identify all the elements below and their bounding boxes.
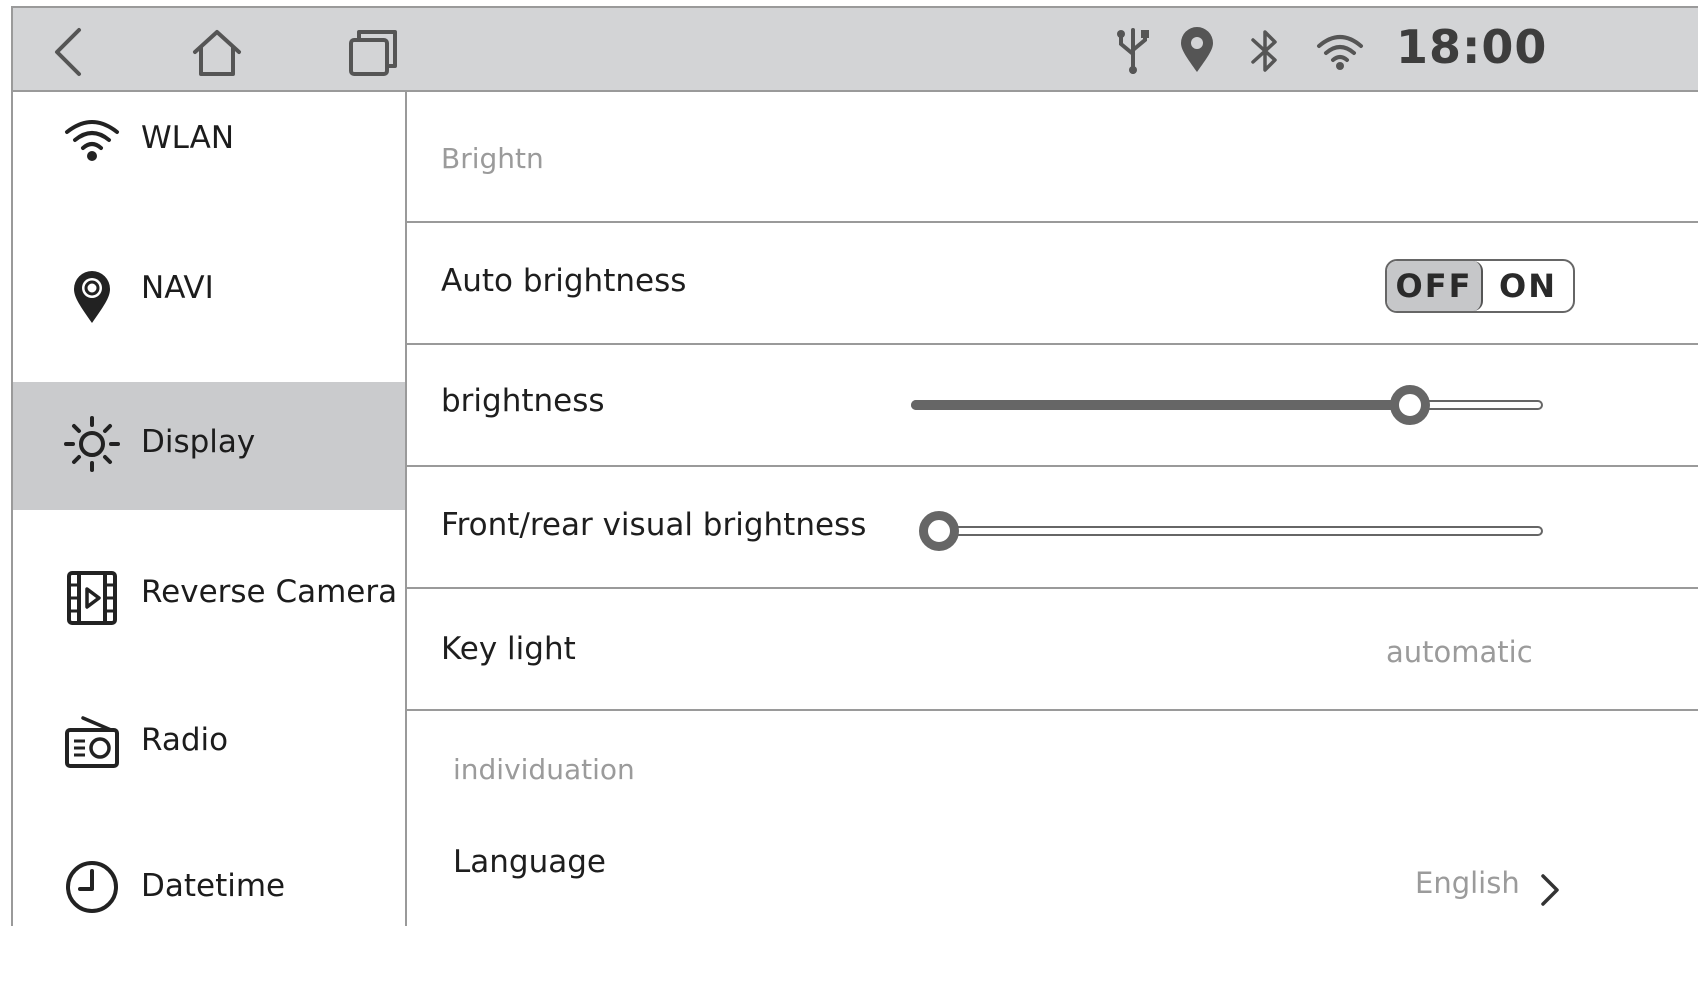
- front-rear-brightness-slider[interactable]: [919, 511, 1543, 551]
- section-brightness: Brightn: [407, 92, 1698, 223]
- bluetooth-icon: [1243, 26, 1287, 76]
- sidebar-item-radio[interactable]: Radio: [13, 682, 405, 810]
- wifi-icon: [63, 112, 121, 170]
- row-label: Auto brightness: [441, 263, 687, 299]
- toggle-on-option[interactable]: ON: [1483, 261, 1573, 311]
- slider-fill: [911, 400, 1411, 410]
- toggle-off-option[interactable]: OFF: [1387, 261, 1483, 311]
- sidebar-item-wlan[interactable]: WLAN: [13, 92, 405, 220]
- clock: 18:00: [1396, 20, 1548, 74]
- home-icon[interactable]: [187, 22, 247, 82]
- location-icon: [1175, 26, 1219, 76]
- row-label: brightness: [441, 383, 605, 419]
- usb-icon: [1111, 26, 1155, 76]
- sidebar-item-navi[interactable]: NAVI: [13, 232, 405, 360]
- status-bar: 18:00: [13, 8, 1698, 92]
- radio-icon: [63, 714, 121, 772]
- sidebar-item-label: Reverse Camera: [141, 574, 398, 610]
- screen-frame: 18:00 WLAN NAVI Display Reverse Camera R…: [11, 6, 1698, 926]
- section-title: Brightn: [441, 142, 544, 175]
- sidebar: WLAN NAVI Display Reverse Camera Radio D…: [13, 92, 407, 926]
- language-value: English: [1415, 866, 1520, 900]
- recents-icon[interactable]: [343, 22, 403, 82]
- key-light-value: automatic: [1386, 635, 1533, 669]
- sidebar-item-datetime[interactable]: Datetime: [13, 830, 405, 926]
- sidebar-item-display[interactable]: Display: [13, 382, 405, 510]
- wifi-icon: [1315, 26, 1365, 76]
- auto-brightness-toggle[interactable]: OFF ON: [1385, 259, 1575, 313]
- sidebar-item-label: Radio: [141, 722, 229, 758]
- row-auto-brightness: Auto brightness OFF ON: [407, 223, 1698, 345]
- row-language[interactable]: Language English: [407, 822, 1698, 926]
- chevron-right-icon: [1537, 870, 1563, 910]
- row-brightness: brightness: [407, 345, 1698, 467]
- row-key-light[interactable]: Key light automatic: [407, 589, 1698, 711]
- brightness-slider[interactable]: [911, 385, 1543, 425]
- clock-icon: [63, 858, 121, 916]
- slider-thumb[interactable]: [1390, 385, 1431, 425]
- row-label: Key light: [441, 631, 576, 667]
- row-front-rear-brightness: Front/rear visual brightness: [407, 467, 1698, 589]
- sidebar-item-label: WLAN: [141, 120, 235, 156]
- video-icon: [63, 569, 121, 627]
- sun-icon: [63, 415, 121, 473]
- row-label: Front/rear visual brightness: [441, 507, 867, 543]
- settings-content: Brightn Auto brightness OFF ON brightnes…: [407, 92, 1698, 926]
- sidebar-item-label: Display: [141, 424, 256, 460]
- slider-thumb[interactable]: [919, 511, 959, 551]
- slider-track: [939, 526, 1543, 536]
- row-label: Language: [453, 844, 606, 880]
- back-icon[interactable]: [39, 22, 99, 82]
- map-pin-icon: [63, 267, 121, 325]
- section-individuation-title: individuation: [453, 753, 635, 786]
- sidebar-item-label: Datetime: [141, 868, 286, 904]
- sidebar-item-reverse-camera[interactable]: Reverse Camera: [13, 532, 405, 660]
- sidebar-item-label: NAVI: [141, 270, 214, 306]
